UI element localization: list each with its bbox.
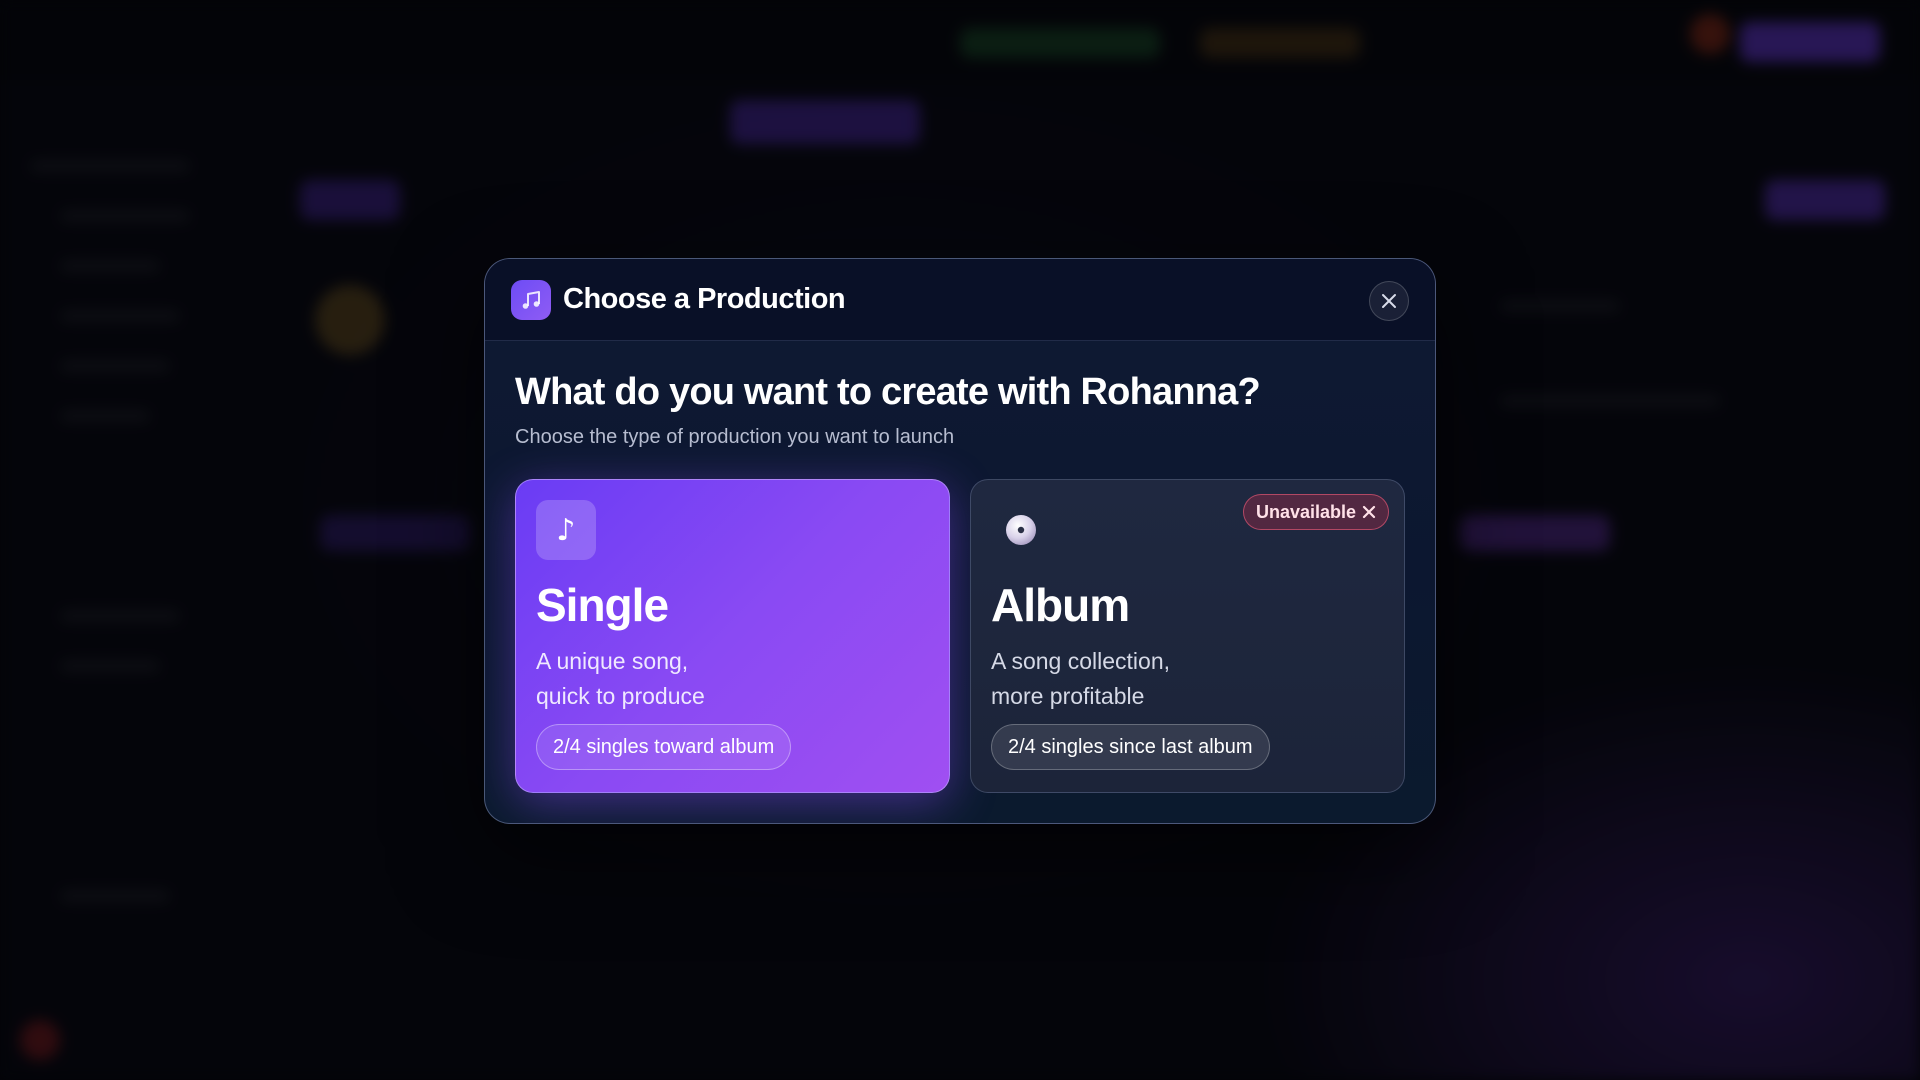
album-title: Album <box>991 579 1130 631</box>
single-description-line: quick to produce <box>536 683 705 709</box>
single-description-line: A unique song, <box>536 648 689 674</box>
modal-header: Choose a Production <box>485 259 1435 341</box>
close-icon <box>1362 505 1376 519</box>
single-description: A unique song, quick to produce <box>536 644 896 714</box>
unavailable-badge-label: Unavailable <box>1255 501 1356 522</box>
close-button[interactable] <box>1369 281 1409 321</box>
production-modal: Choose a Production What do you want to … <box>484 258 1436 824</box>
disc-icon <box>991 500 1051 560</box>
modal-question: What do you want to create with Rohanna? <box>515 371 1261 413</box>
unavailable-badge: Unavailable <box>1242 494 1389 530</box>
modal-title: Choose a Production <box>563 283 846 315</box>
single-title: Single <box>536 579 669 631</box>
disc-icon-svg <box>1006 515 1036 545</box>
single-progress-pill: 2/4 singles toward album <box>536 724 792 770</box>
modal-subtitle: Choose the type of production you want t… <box>515 426 955 448</box>
album-description-line: A song collection, <box>991 648 1171 674</box>
album-description: A song collection, more profitable <box>991 644 1351 714</box>
music-note-icon: ♪ <box>536 500 596 560</box>
close-icon <box>1382 294 1396 308</box>
music-icon-svg <box>522 291 540 309</box>
album-option-card[interactable]: Unavailable Album A song collection, mor… <box>970 479 1405 793</box>
album-progress-pill: 2/4 singles since last album <box>991 724 1270 770</box>
music-note-glyph: ♪ <box>556 512 576 548</box>
album-description-line: more profitable <box>991 683 1145 709</box>
music-icon <box>511 280 551 320</box>
single-option-card[interactable]: ♪ Single A unique song, quick to produce… <box>515 479 950 793</box>
